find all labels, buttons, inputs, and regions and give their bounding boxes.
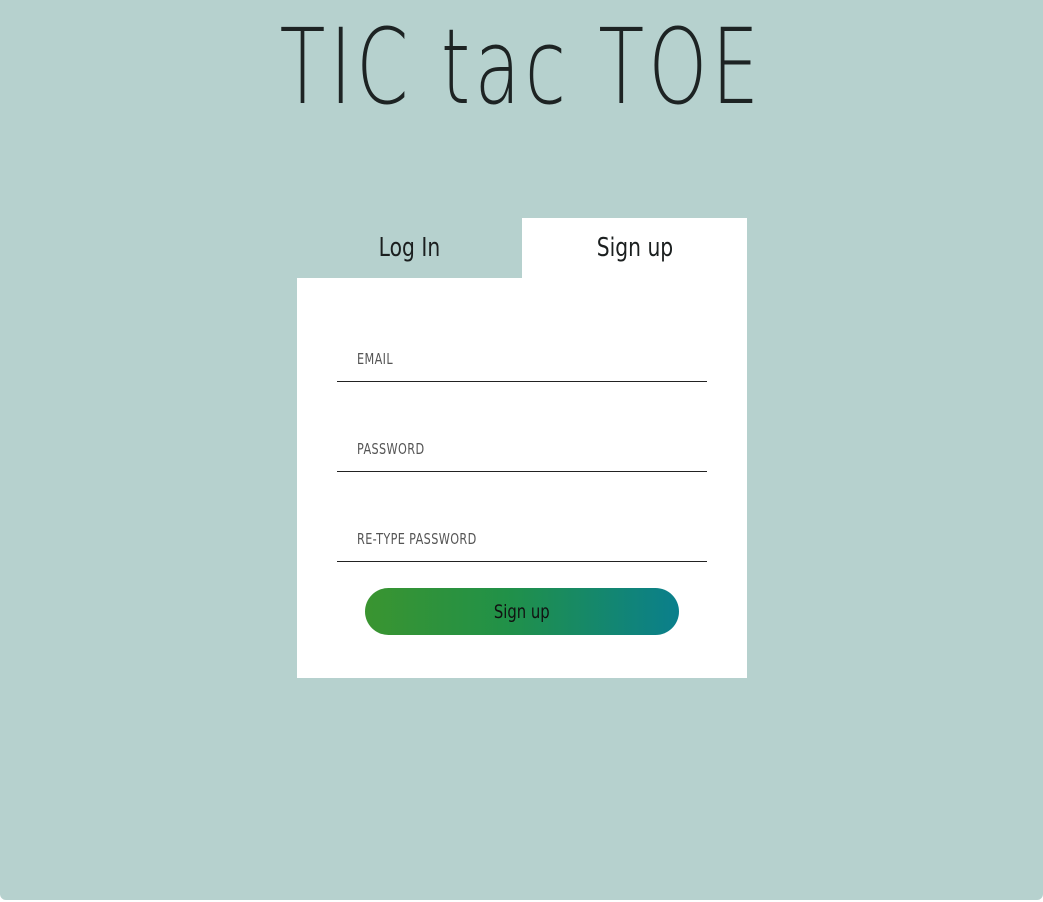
- tab-log-in[interactable]: Log In: [297, 218, 522, 278]
- tab-sign-up-label: Sign up: [596, 233, 673, 263]
- tab-sign-up[interactable]: Sign up: [522, 218, 747, 278]
- password-field[interactable]: PASSWORD: [337, 426, 707, 472]
- auth-tabs: Log In Sign up: [297, 218, 747, 278]
- email-field[interactable]: EMAIL: [337, 336, 707, 382]
- sign-up-button[interactable]: Sign up: [365, 588, 679, 635]
- sign-up-button-label: Sign up: [494, 600, 550, 623]
- retype-password-field[interactable]: RE-TYPE PASSWORD: [337, 516, 707, 562]
- password-placeholder: PASSWORD: [357, 440, 425, 458]
- app-title: TIC tac TOE: [279, 6, 764, 128]
- page-background: TIC tac TOE Log In Sign up EMAIL PASSWOR…: [0, 0, 1043, 900]
- tab-log-in-label: Log In: [378, 233, 441, 263]
- signup-form: EMAIL PASSWORD RE-TYPE PASSWORD Sign up: [297, 278, 747, 678]
- email-placeholder: EMAIL: [357, 350, 393, 368]
- retype-password-placeholder: RE-TYPE PASSWORD: [357, 530, 477, 548]
